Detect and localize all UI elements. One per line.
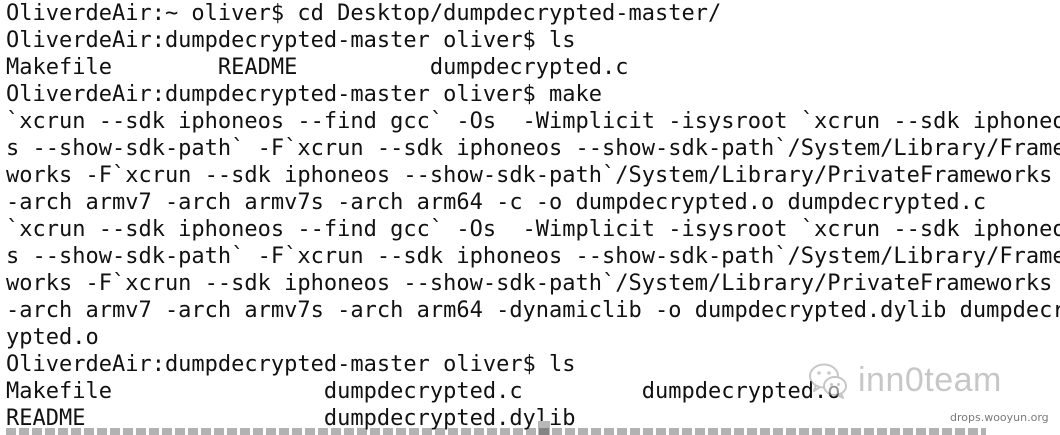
terminal-line: works -F`xcrun --sdk iphoneos --show-sdk… [6,163,1053,188]
terminal-line: Makefile README dumpdecrypted.c [6,55,629,80]
terminal-line: -arch armv7 -arch armv7s -arch arm64 -dy… [6,298,1060,323]
terminal-line: s --show-sdk-path` -F`xcrun --sdk iphone… [6,136,1060,161]
terminal-clipped-line [6,428,986,435]
terminal-line: -arch armv7 -arch armv7s -arch arm64 -c … [6,190,987,215]
terminal-line: `xcrun --sdk iphoneos --find gcc` -Os -W… [6,217,1060,242]
terminal-line: OliverdeAir:~ oliver$ cd Desktop/dumpdec… [6,1,722,26]
wechat-icon [809,363,847,399]
watermark-text: inn0team [858,360,1002,399]
terminal-line: `xcrun --sdk iphoneos --find gcc` -Os -W… [6,109,1060,134]
terminal-line: OliverdeAir:dumpdecrypted-master oliver$… [6,82,603,107]
terminal-line: works -F`xcrun --sdk iphoneos --show-sdk… [6,271,1053,296]
terminal-line: ypted.o [6,325,99,350]
terminal-line: s --show-sdk-path` -F`xcrun --sdk iphone… [6,244,1060,269]
terminal-window[interactable]: OliverdeAir:~ oliver$ cd Desktop/dumpdec… [0,0,1060,435]
terminal-line: OliverdeAir:dumpdecrypted-master oliver$… [6,28,576,53]
watermark: inn0team [806,356,1002,404]
source-label: drops.wooyun.org [950,411,1049,424]
